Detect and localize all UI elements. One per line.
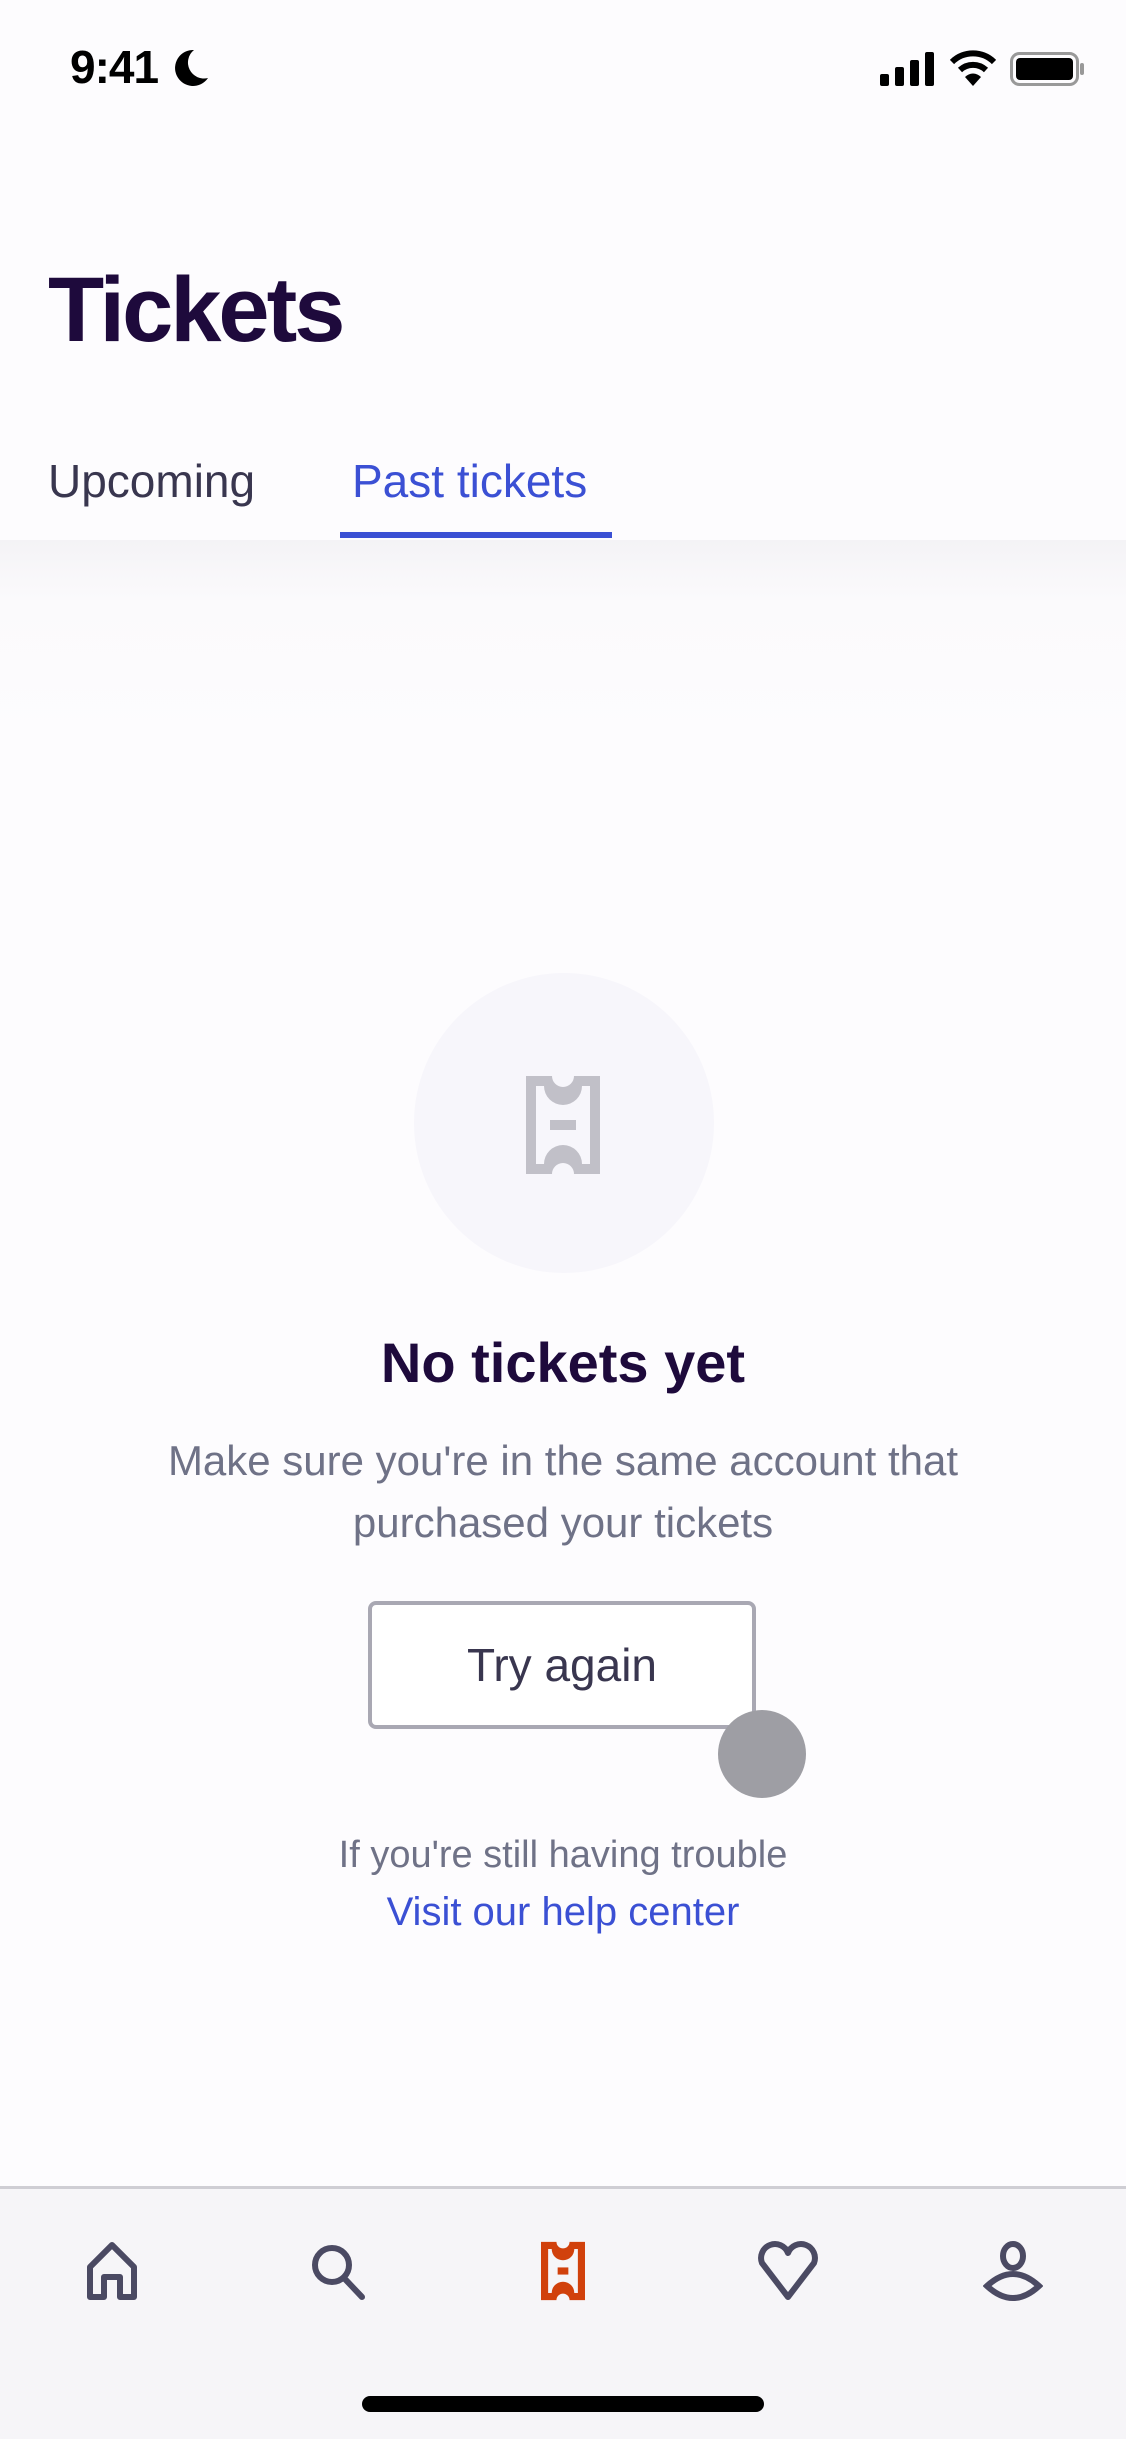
status-bar: 9:41 (0, 0, 1126, 140)
ticket-icon (526, 1076, 600, 1174)
search-icon (312, 2245, 365, 2300)
nav-profile[interactable] (973, 2231, 1053, 2311)
signal-icon (880, 52, 934, 86)
nav-search[interactable] (298, 2231, 378, 2311)
tab-past-tickets[interactable]: Past tickets (352, 454, 587, 508)
try-again-button[interactable]: Try again (368, 1601, 756, 1729)
empty-state-title: No tickets yet (380, 1331, 746, 1394)
heart-icon (758, 2241, 818, 2300)
trouble-text: If you're still having trouble (338, 1834, 788, 1876)
profile-icon (983, 2241, 1043, 2301)
nav-likes[interactable] (748, 2231, 828, 2311)
empty-state-description: Make sure you're in the same account tha… (167, 1437, 959, 1546)
touch-indicator (718, 1710, 806, 1798)
tab-bar: Upcoming Past tickets (0, 440, 1126, 540)
nav-tickets[interactable] (523, 2231, 603, 2311)
home-indicator (362, 2396, 764, 2412)
nav-home[interactable] (72, 2231, 152, 2311)
tab-upcoming[interactable]: Upcoming (48, 454, 255, 508)
status-time: 9:41 (70, 41, 159, 93)
moon-icon (175, 49, 208, 86)
help-center-link[interactable]: Visit our help center (0, 1890, 1126, 1935)
active-tab-indicator (340, 532, 612, 538)
home-icon (87, 2242, 137, 2300)
ticket-icon (541, 2241, 585, 2301)
wifi-icon (950, 50, 996, 86)
battery-icon (1010, 52, 1084, 86)
page-title: Tickets (48, 259, 345, 361)
